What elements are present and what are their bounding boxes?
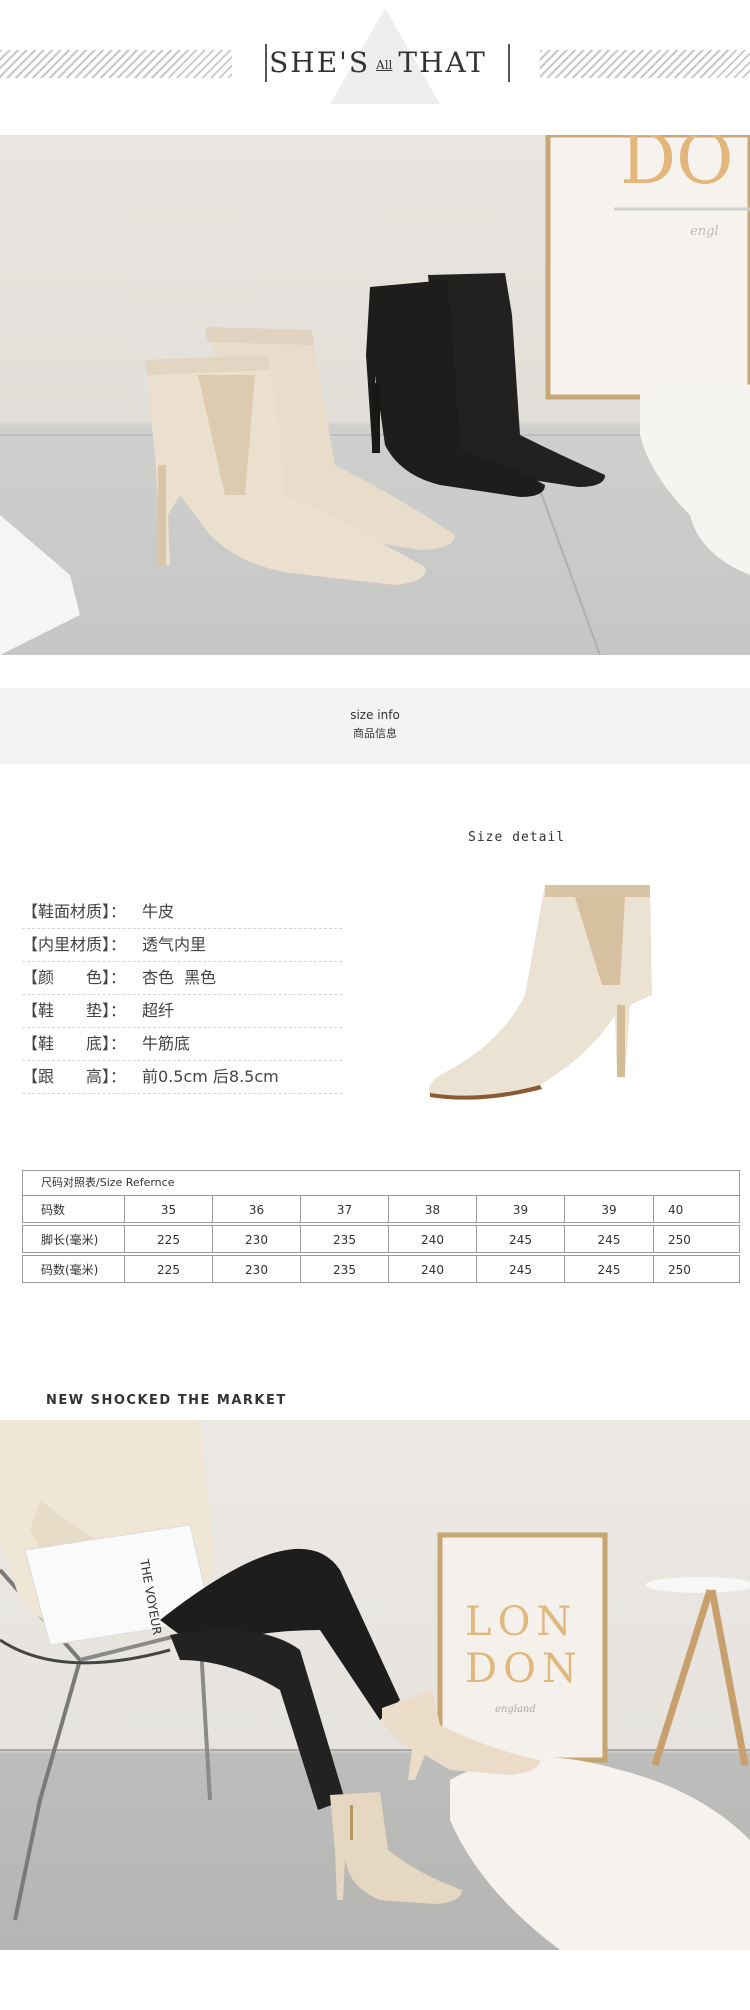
spec-row-lining-material: 【内里材质】： 透气内里	[22, 929, 342, 962]
table-cell: 245	[476, 1255, 565, 1283]
poster-line2: DON	[465, 1646, 583, 1692]
table-cell: 250	[653, 1225, 740, 1253]
table-row: 码数(毫米) 225 230 235 240 245 245 250	[22, 1255, 740, 1285]
size-info-title-en: size info	[350, 708, 400, 722]
table-cell: 240	[388, 1225, 477, 1253]
spec-row-sole: 【鞋 底】： 牛筋底	[22, 1028, 342, 1061]
spec-label: 【跟 高】：	[22, 1067, 127, 1086]
spec-value: 透气内里	[142, 935, 207, 954]
brand-title: SHE'S All THAT	[260, 46, 496, 79]
table-cell: 40	[653, 1195, 740, 1223]
spec-label: 【内里材质】：	[22, 935, 127, 954]
size-info-banner: size info 商品信息	[0, 688, 750, 764]
table-cell: 235	[300, 1255, 389, 1283]
poster-line1: LON	[465, 1599, 577, 1645]
spec-value: 牛筋底	[142, 1034, 191, 1053]
table-row: 码数 35 36 37 38 39 39 40	[22, 1195, 740, 1225]
table-cell: 245	[564, 1225, 654, 1253]
table-cell: 225	[124, 1225, 213, 1253]
spec-row-insole: 【鞋 垫】： 超纤	[22, 995, 342, 1028]
table-cell: 37	[300, 1195, 389, 1223]
boot-detail-illustration	[428, 885, 652, 1100]
hatch-decoration-right	[540, 50, 750, 78]
table-cell: 码数(毫米)	[22, 1255, 125, 1283]
size-info-title-zh: 商品信息	[353, 727, 397, 740]
lifestyle-photo: LON DON england THE VOYEUR	[0, 1420, 750, 1950]
spec-value: 超纤	[142, 1001, 175, 1020]
hatch-decoration-left	[0, 50, 232, 78]
poster-subtext: engl	[690, 224, 719, 239]
spec-value: 牛皮	[142, 902, 175, 921]
spec-label: 【鞋 底】：	[22, 1034, 127, 1053]
divider-right	[508, 44, 510, 82]
lifestyle-photo-illustration: LON DON england THE VOYEUR	[0, 1420, 750, 1950]
poster-text: DO	[620, 135, 734, 200]
brand-word-left: SHE'S	[269, 46, 371, 79]
product-photo-top: DO engl	[0, 135, 750, 655]
table-cell: 245	[476, 1225, 565, 1253]
spec-label: 【颜 色】：	[22, 968, 127, 987]
brand-word-right: THAT	[398, 46, 487, 79]
boot-detail-image	[420, 875, 680, 1105]
spec-value: 杏色 黑色	[142, 968, 217, 987]
table-row: 脚长(毫米) 225 230 235 240 245 245 250	[22, 1225, 740, 1255]
table-cell: 码数	[22, 1195, 125, 1223]
spec-row-upper-material: 【鞋面材质】： 牛皮	[22, 896, 342, 929]
table-cell: 230	[212, 1225, 301, 1253]
table-cell: 39	[476, 1195, 565, 1223]
market-heading: NEW SHOCKED THE MARKET	[46, 1393, 287, 1408]
spec-row-heel-height: 【跟 高】： 前0.5cm 后8.5cm	[22, 1061, 342, 1094]
poster-sub: england	[495, 1704, 536, 1715]
brand-word-mid: All	[376, 57, 393, 72]
table-cell: 250	[653, 1255, 740, 1283]
spec-label: 【鞋面材质】：	[22, 902, 127, 921]
table-cell: 39	[564, 1195, 654, 1223]
table-cell: 235	[300, 1225, 389, 1253]
table-cell: 38	[388, 1195, 477, 1223]
table-cell: 36	[212, 1195, 301, 1223]
spec-value: 前0.5cm 后8.5cm	[142, 1067, 279, 1086]
product-photo-top-illustration: DO engl	[0, 135, 750, 655]
spec-row-color: 【颜 色】： 杏色 黑色	[22, 962, 342, 995]
size-table-title: 尺码对照表/Size Refernce	[22, 1170, 740, 1196]
table-cell: 225	[124, 1255, 213, 1283]
table-cell: 230	[212, 1255, 301, 1283]
table-cell: 245	[564, 1255, 654, 1283]
spec-label: 【鞋 垫】：	[22, 1001, 127, 1020]
table-cell: 35	[124, 1195, 213, 1223]
table-cell: 240	[388, 1255, 477, 1283]
table-cell: 脚长(毫米)	[22, 1225, 125, 1253]
size-detail-label: Size detail	[468, 830, 566, 845]
